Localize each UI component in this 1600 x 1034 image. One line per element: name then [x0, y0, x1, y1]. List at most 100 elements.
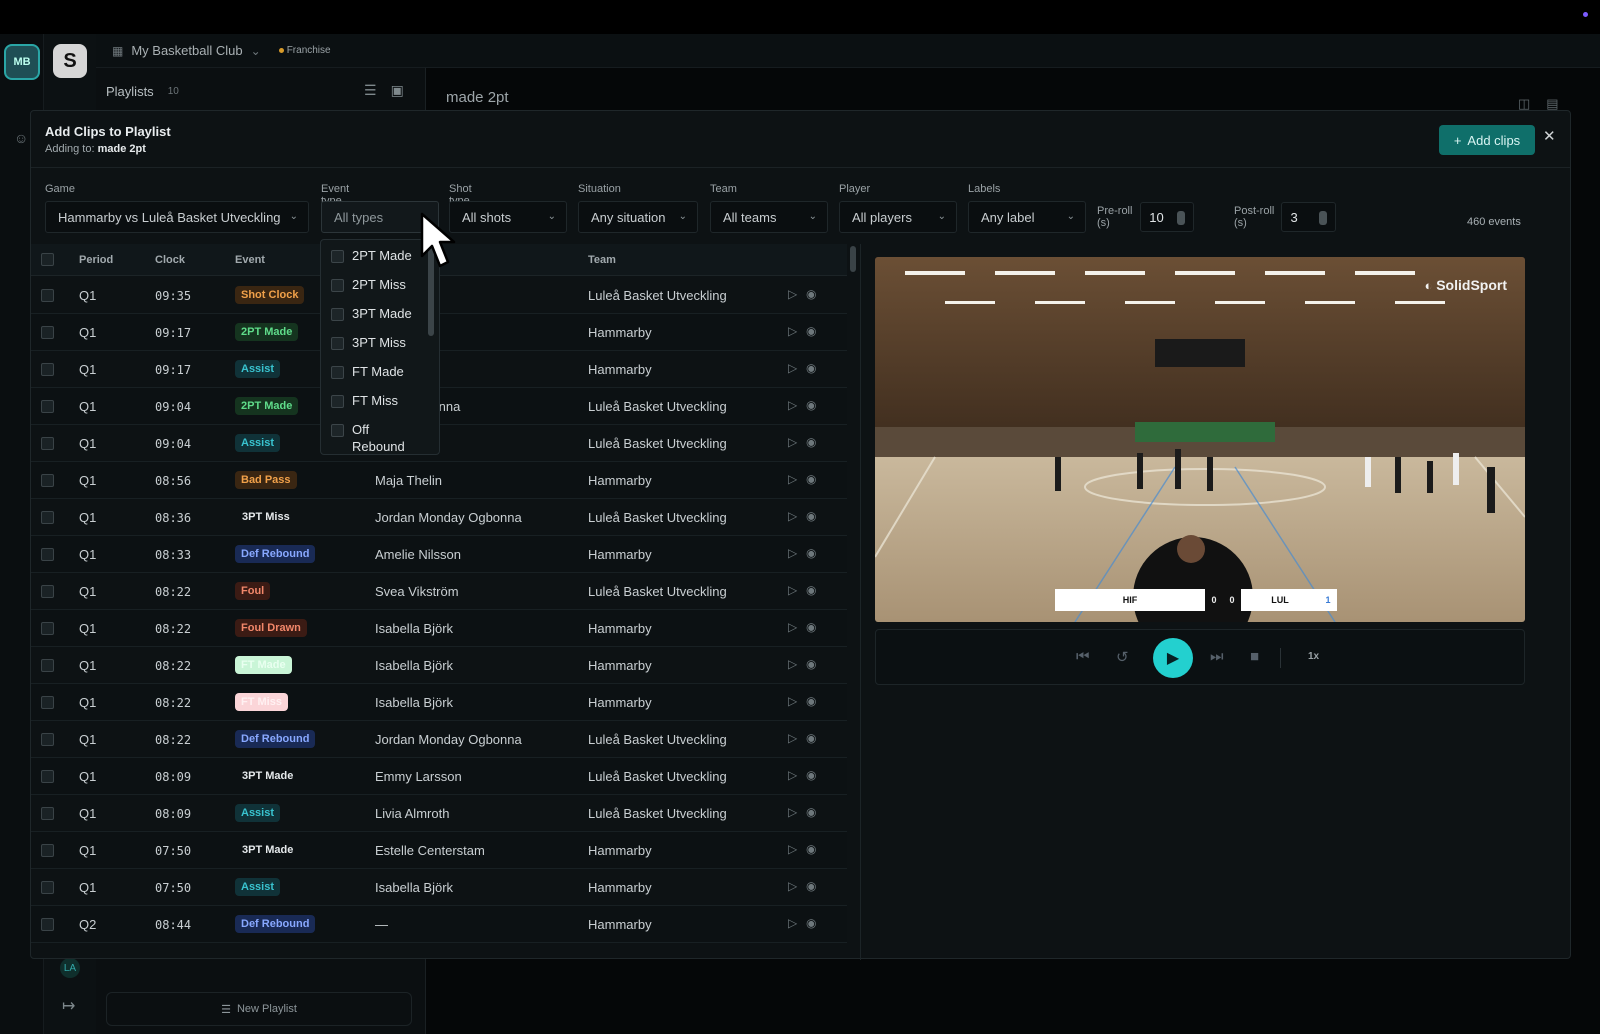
table-row[interactable]: Q1 08:36 3PT Miss Jordan Monday Ogbonna Lule…	[31, 499, 847, 536]
table-row[interactable]: Q1 08:33 Def Rebound Amelie Nilsson Hammarby…	[31, 536, 847, 573]
tag-icon[interactable]: ◉	[806, 583, 816, 597]
close-icon[interactable]: ✕	[1543, 127, 1556, 145]
row-checkbox[interactable]	[41, 437, 54, 450]
new-playlist-button[interactable]: ☰ New Playlist	[106, 992, 412, 1026]
play-icon[interactable]: ▷	[788, 916, 797, 930]
video-player[interactable]: ◐ SolidSport HIF 0 0 LUL 1	[875, 257, 1525, 622]
play-icon[interactable]: ▷	[788, 509, 797, 523]
event-type-option[interactable]: Off Rebound	[331, 422, 412, 454]
play-button[interactable]: ▶	[1153, 638, 1193, 678]
row-checkbox[interactable]	[41, 622, 54, 635]
row-checkbox[interactable]	[41, 770, 54, 783]
row-checkbox[interactable]	[41, 881, 54, 894]
play-icon[interactable]: ▷	[788, 805, 797, 819]
row-checkbox[interactable]	[41, 733, 54, 746]
shot-type-select[interactable]: All shots ⌄	[449, 201, 567, 233]
play-icon[interactable]: ▷	[788, 694, 797, 708]
tag-icon[interactable]: ◉	[806, 805, 816, 819]
tag-icon[interactable]: ◉	[806, 361, 816, 375]
list-icon[interactable]: ☰	[364, 82, 377, 99]
team-select[interactable]: All teams ⌄	[710, 201, 828, 233]
option-checkbox[interactable]	[331, 250, 344, 263]
tag-icon[interactable]: ◉	[806, 435, 816, 449]
situation-select[interactable]: Any situation ⌄	[578, 201, 698, 233]
row-checkbox[interactable]	[41, 363, 54, 376]
row-checkbox[interactable]	[41, 548, 54, 561]
user-icon[interactable]: ☺	[14, 130, 28, 146]
play-icon[interactable]: ▷	[788, 398, 797, 412]
table-row[interactable]: Q1 07:50 3PT Made Estelle Centerstam Hammarb…	[31, 832, 847, 869]
event-type-option[interactable]: 2PT Miss	[331, 277, 406, 292]
club-avatar[interactable]: MB	[4, 44, 40, 80]
stepper-icon[interactable]	[1318, 211, 1327, 225]
play-icon[interactable]: ▷	[788, 768, 797, 782]
event-type-option[interactable]: 2PT Made	[331, 248, 412, 263]
replay-icon[interactable]: ↺	[1116, 648, 1129, 666]
row-checkbox[interactable]	[41, 326, 54, 339]
tag-icon[interactable]: ◉	[806, 694, 816, 708]
play-icon[interactable]: ▷	[788, 546, 797, 560]
play-icon[interactable]: ▷	[788, 324, 797, 338]
scroll-thumb[interactable]	[850, 246, 856, 272]
event-type-option[interactable]: 3PT Miss	[331, 335, 406, 350]
table-row[interactable]: Q1 08:09 3PT Made Emmy Larsson Luleå Basket …	[31, 758, 847, 795]
folder-plus-icon[interactable]: ▣	[391, 82, 404, 99]
tag-icon[interactable]: ◉	[806, 546, 816, 560]
column-event[interactable]: Event	[235, 254, 265, 266]
pre-roll-input[interactable]: 10	[1140, 202, 1194, 232]
row-checkbox[interactable]	[41, 807, 54, 820]
tag-icon[interactable]: ◉	[806, 620, 816, 634]
add-clips-button[interactable]: + Add clips	[1439, 125, 1535, 155]
table-row[interactable]: Q1 08:56 Bad Pass Maja Thelin Hammarby ▷ ◉	[31, 462, 847, 499]
post-roll-input[interactable]: 3	[1281, 202, 1336, 232]
play-icon[interactable]: ▷	[788, 842, 797, 856]
event-type-option[interactable]: FT Miss	[331, 393, 398, 408]
table-row[interactable]: Q1 08:22 FT Miss Isabella Björk Hammarby ▷ ◉	[31, 684, 847, 721]
stop-icon[interactable]: ■	[1250, 648, 1259, 665]
tag-icon[interactable]: ◉	[806, 916, 816, 930]
tag-icon[interactable]: ◉	[806, 842, 816, 856]
option-checkbox[interactable]	[331, 308, 344, 321]
option-checkbox[interactable]	[331, 395, 344, 408]
play-icon[interactable]: ▷	[788, 879, 797, 893]
column-clock[interactable]: Clock	[155, 254, 185, 266]
table-row[interactable]: Q1 08:22 FT Made Isabella Björk Hammarby ▷ ◉	[31, 647, 847, 684]
event-type-option[interactable]: 3PT Made	[331, 306, 412, 321]
row-checkbox[interactable]	[41, 289, 54, 302]
column-team[interactable]: Team	[588, 254, 616, 266]
tag-icon[interactable]: ◉	[806, 509, 816, 523]
table-row[interactable]: Q1 07:50 Assist Isabella Björk Hammarby ▷ ◉	[31, 869, 847, 906]
org-avatar[interactable]: S	[53, 44, 87, 78]
row-checkbox[interactable]	[41, 696, 54, 709]
option-checkbox[interactable]	[331, 424, 344, 437]
table-scrollbar[interactable]	[849, 244, 857, 960]
player-select[interactable]: All players ⌄	[839, 201, 957, 233]
tag-icon[interactable]: ◉	[806, 324, 816, 338]
option-checkbox[interactable]	[331, 366, 344, 379]
row-checkbox[interactable]	[41, 400, 54, 413]
row-checkbox[interactable]	[41, 918, 54, 931]
play-icon[interactable]: ▷	[788, 287, 797, 301]
tag-icon[interactable]: ◉	[806, 398, 816, 412]
table-row[interactable]: Q1 08:09 Assist Livia Almroth Luleå Basket U…	[31, 795, 847, 832]
play-icon[interactable]: ▷	[788, 472, 797, 486]
play-icon[interactable]: ▷	[788, 731, 797, 745]
user-avatar[interactable]: LA	[60, 958, 80, 978]
select-all-checkbox[interactable]	[41, 253, 54, 266]
tag-icon[interactable]: ◉	[806, 472, 816, 486]
row-checkbox[interactable]	[41, 511, 54, 524]
club-name[interactable]: My Basketball Club	[131, 43, 242, 58]
play-icon[interactable]: ▷	[788, 620, 797, 634]
row-checkbox[interactable]	[41, 474, 54, 487]
row-checkbox[interactable]	[41, 585, 54, 598]
play-icon[interactable]: ▷	[788, 435, 797, 449]
table-row[interactable]: Q1 08:22 Def Rebound Jordan Monday Ogbonna L…	[31, 721, 847, 758]
row-checkbox[interactable]	[41, 659, 54, 672]
table-row[interactable]: Q1 08:22 Foul Drawn Isabella Björk Hammarby ▷…	[31, 610, 847, 647]
column-period[interactable]: Period	[79, 254, 113, 266]
tag-icon[interactable]: ◉	[806, 657, 816, 671]
table-row[interactable]: Q1 08:22 Foul Svea Vikström Luleå Basket Utv…	[31, 573, 847, 610]
tag-icon[interactable]: ◉	[806, 287, 816, 301]
play-icon[interactable]: ▷	[788, 657, 797, 671]
chevron-down-icon[interactable]: ⌄	[251, 44, 261, 58]
